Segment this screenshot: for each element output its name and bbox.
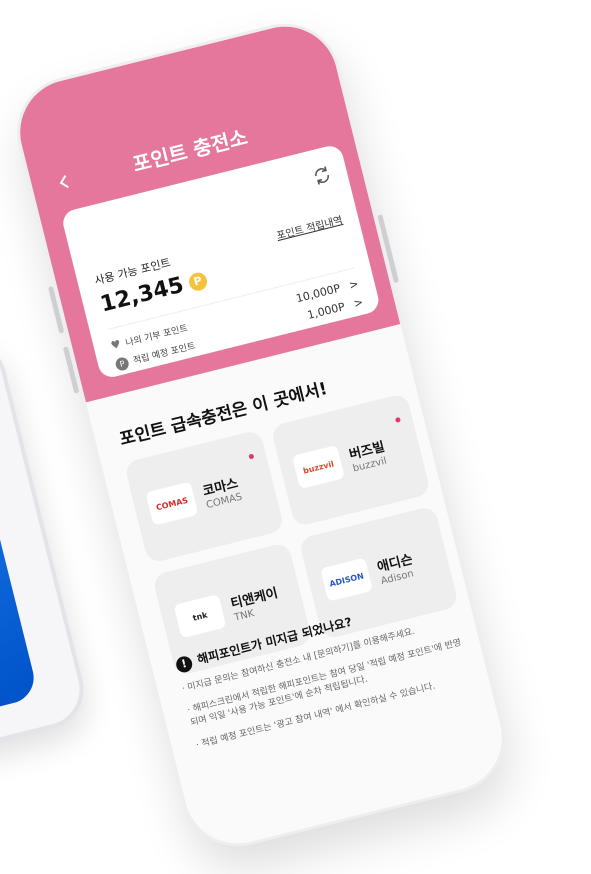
background-phone xyxy=(0,332,93,786)
pending-point-icon: P xyxy=(114,356,131,372)
background-phone-screen xyxy=(0,463,40,748)
partner-tile-buzzvil[interactable]: buzzvil 버즈빌 buzzvil xyxy=(270,392,432,528)
point-history-link[interactable]: 포인트 적립내역 xyxy=(275,211,344,242)
partner-name: 티앤케이 xyxy=(229,585,280,613)
partner-tile-comas[interactable]: COMAS 코마스 COMAS xyxy=(123,429,285,564)
point-coin-icon: P xyxy=(187,270,209,293)
chevron-right-icon: > xyxy=(347,277,360,293)
pending-points-label: 적립 예정 포인트 xyxy=(132,341,197,367)
tnk-logo: tnk xyxy=(173,594,227,639)
new-dot-badge xyxy=(248,453,255,460)
pending-value-text: 1,000P xyxy=(306,300,347,322)
refresh-icon[interactable] xyxy=(311,165,333,187)
new-dot-badge xyxy=(394,416,401,423)
adison-logo: ADISON xyxy=(320,557,373,602)
heart-icon: ♥ xyxy=(109,337,123,353)
app-header: 포인트 충전소 사용 가능 포인트 포인트 적립내역 12,345 P 10,00… xyxy=(8,15,401,403)
phone-mockup: 포인트 충전소 사용 가능 포인트 포인트 적립내역 12,345 P 10,00… xyxy=(5,11,517,859)
phone-screen: 포인트 충전소 사용 가능 포인트 포인트 적립내역 12,345 P 10,00… xyxy=(5,11,517,859)
buzzvil-logo: buzzvil xyxy=(292,444,345,490)
comas-logo: COMAS xyxy=(145,481,199,526)
chevron-right-icon: > xyxy=(352,295,365,311)
